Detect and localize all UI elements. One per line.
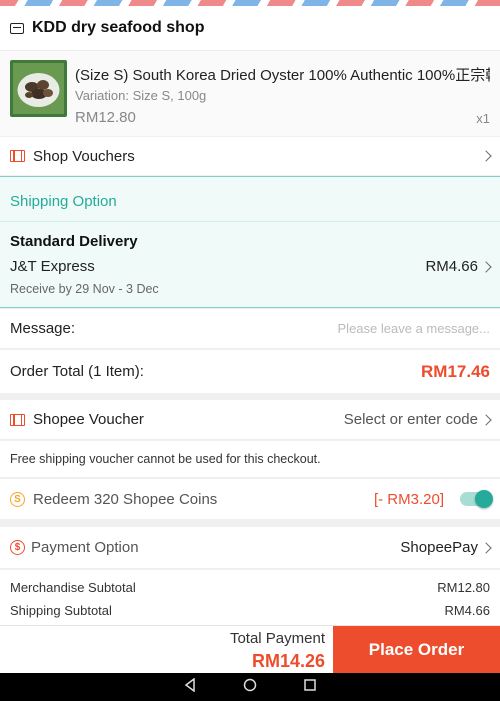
shopee-coin-icon: S	[10, 491, 25, 507]
checkout-bar: Total Payment RM14.26 Place Order	[0, 625, 500, 674]
chevron-right-icon	[480, 260, 492, 273]
shipping-price-value: RM4.66	[425, 258, 478, 275]
payment-icon: $	[10, 540, 25, 555]
home-icon[interactable]	[243, 678, 257, 697]
shop-header[interactable]: KDD dry seafood shop	[0, 6, 500, 50]
product-item[interactable]: (Size S) South Korea Dried Oyster 100% A…	[0, 50, 500, 136]
ship-subtotal-label: Shipping Subtotal	[10, 603, 112, 618]
place-order-button[interactable]: Place Order	[333, 626, 500, 674]
divider	[0, 221, 500, 222]
voucher-notice: Free shipping voucher cannot be used for…	[10, 452, 321, 466]
message-row[interactable]: Message: Please leave a message...	[0, 309, 500, 349]
back-icon[interactable]	[183, 677, 197, 697]
total-payment-value: RM14.26	[251, 651, 325, 671]
android-nav-bar	[0, 673, 500, 701]
chevron-right-icon	[480, 150, 492, 162]
shop-vouchers-label: Shop Vouchers	[33, 147, 135, 165]
shop-vouchers-row[interactable]: Shop Vouchers	[0, 137, 500, 175]
payment-method: ShopeePay	[400, 539, 478, 556]
order-total-row: Order Total (1 Item): RM17.46	[0, 350, 500, 393]
payment-option-row[interactable]: $ Payment Option ShopeePay	[0, 527, 500, 569]
product-quantity: x1	[476, 111, 490, 126]
voucher-icon	[10, 150, 25, 162]
merch-subtotal-label: Merchandise Subtotal	[10, 580, 136, 595]
shipping-type: Standard Delivery	[10, 233, 138, 250]
ship-subtotal-value: RM4.66	[444, 603, 490, 618]
shipping-carrier: J&T Express	[10, 258, 95, 275]
shopee-voucher-label: Shopee Voucher	[33, 411, 144, 428]
coins-discount: [- RM3.20]	[373, 490, 444, 508]
payment-summary: Merchandise Subtotal RM12.80 Shipping Su…	[0, 570, 500, 626]
recent-apps-icon[interactable]	[303, 678, 317, 697]
chevron-right-icon	[480, 541, 492, 554]
shipping-option-section[interactable]: Shipping Option Standard Delivery J&T Ex…	[0, 176, 500, 308]
coins-label: Redeem 320 Shopee Coins	[33, 490, 218, 508]
shipping-option-heading: Shipping Option	[10, 193, 117, 210]
shipping-eta: Receive by 29 Nov - 3 Dec	[10, 282, 159, 296]
voucher-code-action[interactable]: Select or enter code	[344, 411, 478, 428]
voucher-notice-row: Free shipping voucher cannot be used for…	[0, 441, 500, 478]
ship-subtotal-row: Shipping Subtotal RM4.66	[10, 603, 490, 618]
product-variation: Variation: Size S, 100g	[75, 88, 207, 103]
product-thumbnail	[10, 60, 67, 117]
message-label: Message:	[10, 320, 76, 337]
chevron-right-icon	[480, 413, 492, 426]
total-payment-label: Total Payment	[229, 630, 325, 647]
order-total-value: RM17.46	[421, 361, 490, 381]
order-total-label: Order Total (1 Item):	[10, 363, 144, 380]
coins-row[interactable]: S Redeem 320 Shopee Coins [- RM3.20]	[0, 479, 500, 519]
voucher-icon	[10, 413, 25, 426]
merch-subtotal-row: Merchandise Subtotal RM12.80	[10, 580, 490, 603]
coins-toggle[interactable]	[460, 490, 493, 508]
shop-icon	[10, 22, 24, 34]
toggle-knob	[475, 490, 493, 508]
shopee-voucher-row[interactable]: Shopee Voucher Select or enter code	[0, 400, 500, 440]
merch-subtotal-value: RM12.80	[437, 580, 490, 595]
payment-option-label: Payment Option	[31, 539, 139, 556]
message-input[interactable]: Please leave a message...	[338, 321, 490, 336]
product-price: RM12.80	[75, 109, 136, 126]
shop-name: KDD dry seafood shop	[32, 19, 205, 36]
shipping-price[interactable]: RM4.66	[425, 258, 492, 275]
product-title: (Size S) South Korea Dried Oyster 100% A…	[75, 67, 490, 84]
